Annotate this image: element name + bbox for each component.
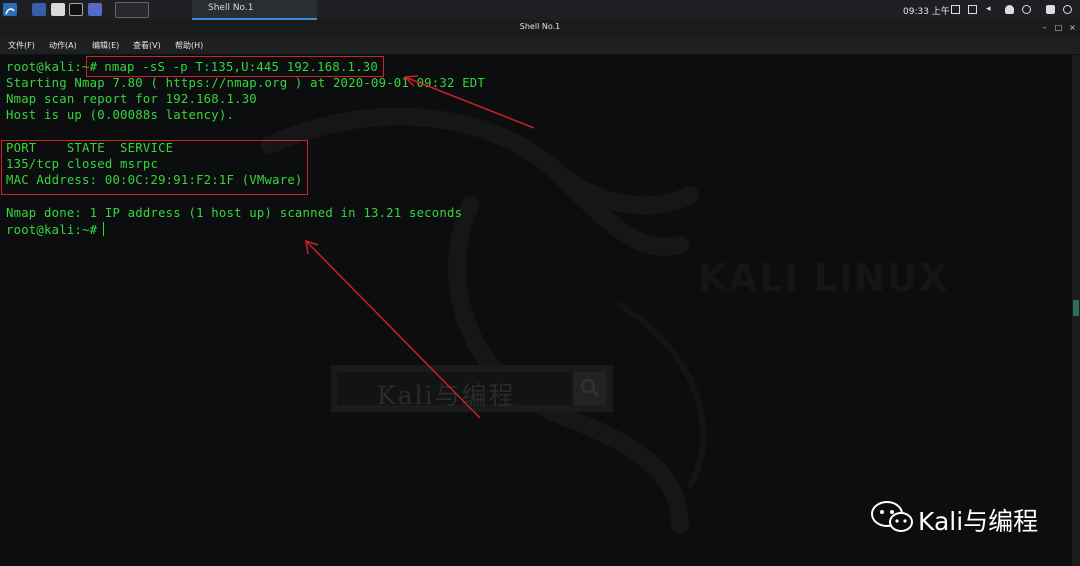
power-icon[interactable]	[1022, 5, 1031, 14]
brand-text: Kali与编程	[918, 507, 1039, 536]
file-manager-icon[interactable]	[51, 3, 65, 16]
window-title: Shell No.1	[519, 22, 561, 31]
logout-icon[interactable]	[1063, 5, 1072, 14]
kali-menu-icon[interactable]	[3, 3, 17, 16]
menubar: 文件(F) 动作(A) 编辑(E) 查看(V) 帮助(H)	[0, 36, 1080, 55]
taskbar-task-shell[interactable]: Shell No.1	[192, 0, 317, 20]
menu-edit[interactable]: 编辑(E)	[92, 40, 119, 51]
maximize-icon[interactable]: □	[1054, 23, 1063, 32]
show-desktop-icon[interactable]	[32, 3, 46, 16]
terminal-area[interactable]: KALI LINUX Kali与编程 root@kali:~# nmap -sS …	[0, 55, 1072, 566]
wechat-icon	[871, 501, 913, 532]
volume-icon[interactable]: ◂	[986, 5, 995, 14]
taskbar-task-label: Shell No.1	[208, 3, 254, 13]
close-icon[interactable]: ×	[1068, 23, 1077, 32]
battery-icon[interactable]	[968, 5, 977, 14]
scrollbar-thumb[interactable]	[1073, 300, 1079, 316]
lock-icon[interactable]	[1046, 5, 1055, 14]
annotation-arrows	[305, 75, 535, 419]
menu-view[interactable]: 查看(V)	[133, 40, 161, 51]
notification-icon[interactable]	[1005, 5, 1014, 14]
menu-help[interactable]: 帮助(H)	[175, 40, 203, 51]
window-titlebar[interactable]: Shell No.1 – □ ×	[0, 20, 1080, 36]
clock[interactable]: 09:33 上午	[903, 4, 950, 17]
terminal-scrollbar[interactable]	[1072, 55, 1080, 566]
minimize-icon[interactable]: –	[1040, 23, 1049, 32]
browser-icon[interactable]	[88, 3, 102, 16]
menu-action[interactable]: 动作(A)	[49, 40, 77, 51]
workspace-switcher-icon[interactable]	[115, 2, 149, 18]
taskbar: Shell No.1 09:33 上午 ◂	[0, 0, 1080, 21]
menu-file[interactable]: 文件(F)	[8, 40, 35, 51]
monitor-icon[interactable]	[951, 5, 960, 14]
terminal-icon[interactable]	[69, 3, 83, 16]
